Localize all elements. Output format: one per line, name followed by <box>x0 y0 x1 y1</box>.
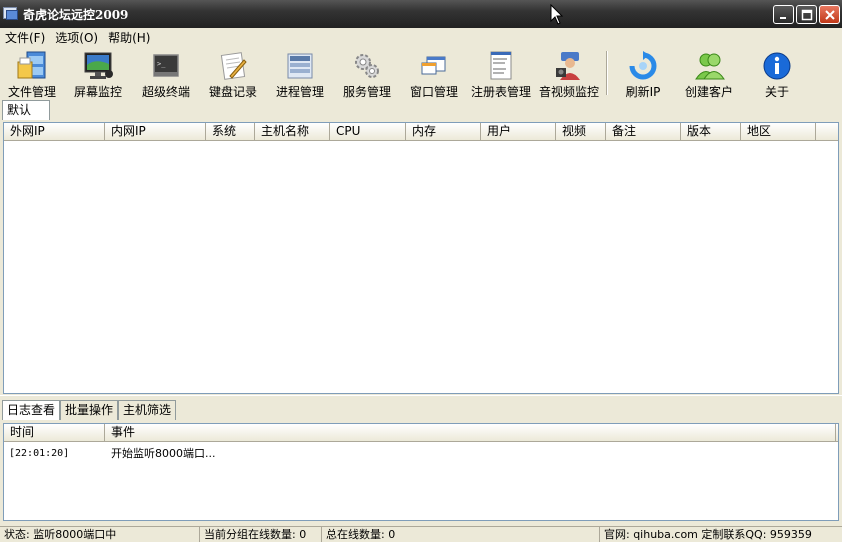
column-header-hostname[interactable]: 主机名称 <box>255 123 330 141</box>
window-manager-button[interactable]: 窗口管理 <box>408 47 460 99</box>
screen-monitor-label: 屏幕监控 <box>73 85 122 99</box>
menu-file[interactable]: 文件(F) <box>0 29 50 46</box>
av-monitor-button[interactable]: 音视频监控 <box>538 47 600 99</box>
column-header-os[interactable]: 系统 <box>206 123 255 141</box>
tab-batch-operation[interactable]: 批量操作 <box>60 400 119 420</box>
bottom-tabs: 日志查看 批量操作 主机筛选 <box>0 400 842 420</box>
refresh-icon <box>625 50 661 82</box>
log-list-header: 时间 事件 <box>4 424 838 442</box>
about-button[interactable]: 关于 <box>752 47 802 99</box>
info-icon <box>759 50 795 82</box>
tab-log-view[interactable]: 日志查看 <box>2 400 61 420</box>
status-contact: 官网: qihuba.com 定制联系QQ: 959359 <box>604 528 812 541</box>
close-icon <box>824 9 835 20</box>
column-header-video[interactable]: 视频 <box>556 123 606 141</box>
registry-manager-button[interactable]: 注册表管理 <box>470 47 532 99</box>
keylogger-button[interactable]: 键盘记录 <box>207 47 259 99</box>
refresh-ip-label: 刷新IP <box>625 85 661 99</box>
windows-icon <box>416 50 452 82</box>
minimize-icon <box>779 16 786 19</box>
app-icon <box>3 7 19 21</box>
pane-splitter[interactable] <box>0 395 842 399</box>
process-manager-button[interactable]: 进程管理 <box>274 47 326 99</box>
gears-icon <box>349 50 385 82</box>
menu-options[interactable]: 选项(O) <box>50 29 103 46</box>
monitor-icon <box>80 50 116 82</box>
close-button[interactable] <box>819 5 840 24</box>
title-bar[interactable]: 奇虎论坛远控2009 <box>0 0 842 28</box>
create-client-label: 创建客户 <box>684 85 733 99</box>
file-manager-button[interactable]: 文件管理 <box>6 47 58 99</box>
column-header-remark[interactable]: 备注 <box>606 123 681 141</box>
registry-icon <box>483 50 519 82</box>
notepad-pen-icon <box>215 50 251 82</box>
log-list[interactable]: 时间 事件 [22:01:20] 开始监听8000端口... <box>3 423 839 521</box>
service-manager-label: 服务管理 <box>342 85 391 99</box>
window-title: 奇虎论坛远控2009 <box>23 7 129 22</box>
minimize-button[interactable] <box>773 5 794 24</box>
window-manager-label: 窗口管理 <box>409 85 458 99</box>
status-total-online: 总在线数量: 0 <box>322 527 600 542</box>
log-row[interactable]: [22:01:20] 开始监听8000端口... <box>4 445 838 461</box>
status-group-online: 当前分组在线数量: 0 <box>200 527 322 542</box>
host-list-header: 外网IP 内网IP 系统 主机名称 CPU 内存 用户 视频 备注 版本 地区 <box>4 123 838 141</box>
process-list-icon <box>282 50 318 82</box>
users-icon <box>691 50 727 82</box>
group-tabs: 默认 <box>0 99 842 121</box>
column-header-event[interactable]: 事件 <box>105 424 836 442</box>
registry-manager-label: 注册表管理 <box>470 85 531 99</box>
column-header-time[interactable]: 时间 <box>4 424 105 442</box>
tab-host-filter[interactable]: 主机筛选 <box>118 400 177 420</box>
column-header-wan-ip[interactable]: 外网IP <box>4 123 105 141</box>
toolbar: 文件管理 屏幕监控 >_ 超级终端 键盘记录 进程管理 服务管理 窗口管理 注册… <box>0 47 842 99</box>
about-label: 关于 <box>764 85 789 99</box>
file-manager-label: 文件管理 <box>7 85 56 99</box>
menu-help[interactable]: 帮助(H) <box>103 29 155 46</box>
refresh-ip-button[interactable]: 刷新IP <box>618 47 668 99</box>
mouse-cursor-icon <box>550 4 564 25</box>
terminal-button[interactable]: >_ 超级终端 <box>140 47 192 99</box>
terminal-icon: >_ <box>148 50 184 82</box>
av-monitor-label: 音视频监控 <box>538 85 599 99</box>
screen-monitor-button[interactable]: 屏幕监控 <box>72 47 124 99</box>
webcam-person-icon <box>551 50 587 82</box>
service-manager-button[interactable]: 服务管理 <box>341 47 393 99</box>
keylogger-label: 键盘记录 <box>208 85 257 99</box>
log-event: 开始监听8000端口... <box>111 447 216 460</box>
toolbar-separator <box>606 51 608 95</box>
log-time: [22:01:20] <box>9 447 70 459</box>
column-header-lan-ip[interactable]: 内网IP <box>105 123 206 141</box>
menu-bar: 文件(F) 选项(O) 帮助(H) <box>0 28 842 46</box>
tab-default-group[interactable]: 默认 <box>2 100 50 120</box>
create-client-button[interactable]: 创建客户 <box>683 47 735 99</box>
column-header-cpu[interactable]: CPU <box>330 123 406 141</box>
host-list[interactable]: 外网IP 内网IP 系统 主机名称 CPU 内存 用户 视频 备注 版本 地区 <box>3 122 839 394</box>
status-bar: 状态: 监听8000端口中 当前分组在线数量: 0 总在线数量: 0 官网: q… <box>0 526 842 542</box>
file-cabinet-icon <box>14 50 50 82</box>
svg-text:>_: >_ <box>157 60 166 68</box>
column-header-version[interactable]: 版本 <box>681 123 741 141</box>
column-header-region[interactable]: 地区 <box>741 123 816 141</box>
terminal-label: 超级终端 <box>141 85 190 99</box>
process-manager-label: 进程管理 <box>275 85 324 99</box>
column-header-memory[interactable]: 内存 <box>406 123 481 141</box>
status-state: 状态: 监听8000端口中 <box>0 527 200 542</box>
column-header-user[interactable]: 用户 <box>481 123 556 141</box>
maximize-icon <box>801 9 812 20</box>
maximize-button[interactable] <box>796 5 817 24</box>
